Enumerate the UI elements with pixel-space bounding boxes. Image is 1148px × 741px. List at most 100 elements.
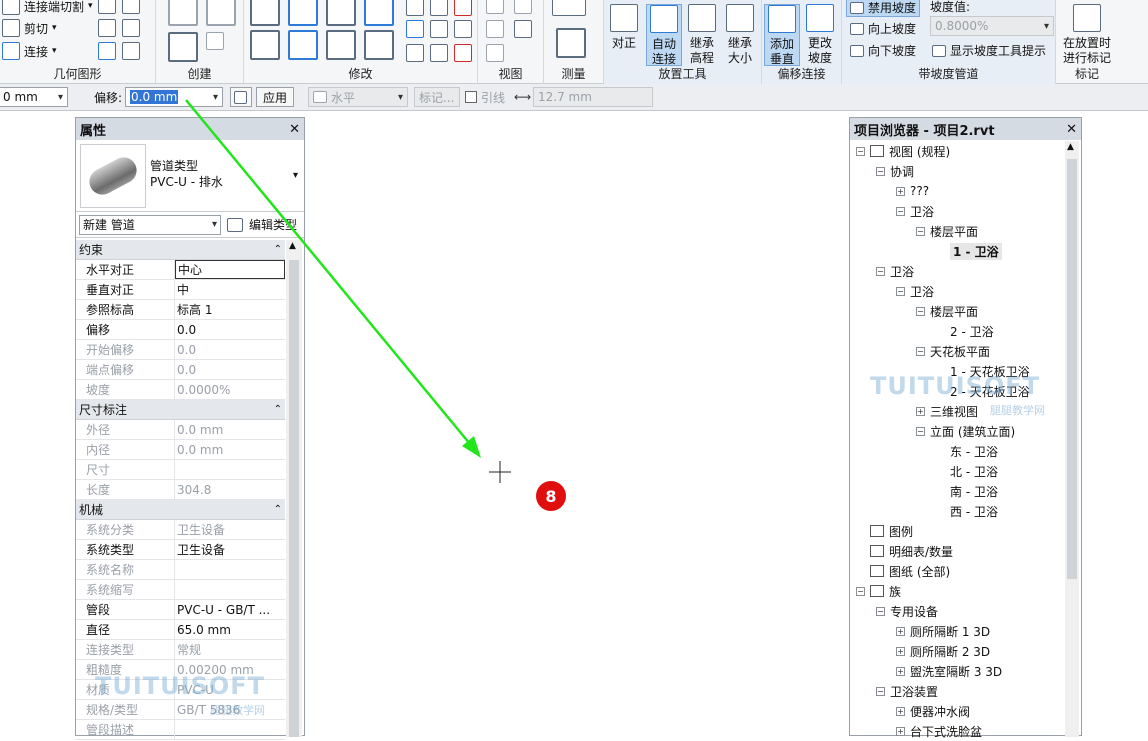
properties-section-header[interactable]: 约束 ⌃ [76,240,285,260]
tree-node[interactable]: − 立面 (建筑立面) [850,421,1064,441]
tree-node[interactable]: 图例 [850,521,1064,541]
drawing-canvas[interactable] [306,111,848,736]
cope-button[interactable]: 连接端切割 ▾ [2,0,93,15]
linework-icon[interactable] [486,20,504,38]
tree-node[interactable]: − 卫浴装置 [850,681,1064,701]
chevron-up-icon[interactable]: ▲ [1067,142,1074,152]
expand-icon[interactable]: + [896,626,905,636]
expand-icon[interactable]: + [896,666,905,676]
auto-connect-button[interactable]: 自动 连接 [646,4,682,66]
tree-node[interactable]: 2 - 卫浴 [850,321,1064,341]
expand-icon[interactable]: + [916,406,925,416]
group-icon[interactable] [206,0,236,26]
tree-node[interactable]: 北 - 卫浴 [850,461,1064,481]
justify-button[interactable]: 对正 [606,4,642,51]
material-icon[interactable] [98,42,116,60]
properties-section-header[interactable]: 尺寸标注 ⌃ [76,400,285,420]
edit-type-icon[interactable] [227,217,243,232]
scrollbar-thumb[interactable] [289,260,299,737]
measure-between-icon[interactable] [552,0,586,16]
collapse-icon[interactable]: ⌃ [274,504,282,515]
tree-node[interactable]: − 视图 (规程) [850,141,1064,161]
apply-button[interactable]: 应用 [256,87,295,107]
tag-on-placement-button[interactable]: 在放置时 进行标记 [1060,4,1114,66]
slope-value-field[interactable]: 0.8000% ▾ [930,16,1054,36]
tree-node[interactable]: − 卫浴 [850,281,1064,301]
property-value[interactable]: 卫生设备 [175,540,285,559]
tree-node[interactable]: 南 - 卫浴 [850,481,1064,501]
property-value[interactable]: 中心 [175,260,285,279]
mirror-axis-icon[interactable] [326,0,356,26]
collapse-icon[interactable]: − [916,226,925,236]
split-face-icon[interactable] [98,19,116,37]
collapse-icon[interactable]: − [856,586,865,596]
hammer-icon[interactable] [122,42,140,60]
hide-icon[interactable] [514,0,532,14]
tree-node[interactable]: − 协调 [850,161,1064,181]
instance-filter-select[interactable]: 新建 管道 ▾ [79,214,221,235]
collapse-icon[interactable]: ⌃ [274,404,282,415]
tree-node[interactable]: − 卫浴 [850,201,1064,221]
close-icon[interactable]: ✕ [1066,122,1077,137]
offset-icon[interactable] [288,0,318,26]
demolish-icon[interactable] [122,19,140,37]
property-value[interactable]: 中 [175,280,285,299]
part-icon[interactable] [168,0,198,26]
property-value[interactable]: PVC-U - GB/T ... [175,600,285,619]
scrollbar-thumb[interactable] [1067,159,1077,579]
properties-scrollbar[interactable]: ▲ [286,240,302,737]
property-value[interactable]: 65.0 mm [175,620,285,639]
tree-node[interactable]: + 厕所隔断 1 3D [850,621,1064,641]
tree-node[interactable]: − 楼层平面 [850,221,1064,241]
align-icon[interactable] [250,0,280,26]
tree-node[interactable]: 东 - 卫浴 [850,441,1064,461]
diameter-field[interactable]: 0 mm ▾ [0,87,68,107]
collapse-icon[interactable]: − [876,606,885,616]
chevron-down-icon[interactable]: ▾ [293,170,298,181]
paint-icon[interactable] [98,0,116,14]
expand-icon[interactable]: + [896,726,905,736]
collapse-icon[interactable]: − [916,346,925,356]
tree-node[interactable]: 明细表/数量 [850,541,1064,561]
leader-length-field[interactable]: 12.7 mm [533,87,653,107]
collapse-icon[interactable]: − [876,686,885,696]
move-icon[interactable] [250,30,280,60]
add-vertical-button[interactable]: 添加 垂直 [764,4,800,66]
split-icon[interactable] [406,0,424,16]
tree-node[interactable]: 图纸 (全部) [850,561,1064,581]
collapse-icon[interactable]: − [876,266,885,276]
trim-single-icon[interactable] [406,44,424,62]
array-icon[interactable] [406,20,424,38]
browser-scrollbar[interactable]: ▲ [1065,141,1079,737]
rotate-icon[interactable] [326,30,356,60]
leader-checkbox[interactable]: 引线 [465,87,505,107]
type-selector[interactable]: 管道类型 PVC-U - 排水 ▾ [76,140,304,212]
offset-field[interactable]: 0.0 mm ▾ [125,87,223,107]
trim-icon[interactable] [430,0,448,16]
property-value[interactable]: 标高 1 [175,300,285,319]
copy-icon[interactable] [288,30,318,60]
collapse-icon[interactable]: − [896,206,905,216]
horizontal-select[interactable]: 水平 ▾ [308,87,408,107]
slope-down-button[interactable]: 向下坡度 [850,42,916,59]
paint-view-icon[interactable] [486,44,504,62]
lock-button[interactable] [230,87,252,107]
tree-node[interactable]: − 卫浴 [850,261,1064,281]
tree-node[interactable]: + 盥洗室隔断 3 3D [850,661,1064,681]
property-value[interactable]: 0.0 [175,320,285,339]
properties-section-header[interactable]: 机械 ⌃ [76,500,285,520]
override-icon[interactable] [514,20,532,38]
similar-icon[interactable] [206,32,224,50]
tree-node[interactable]: + 厕所隔断 2 3D [850,641,1064,661]
collapse-icon[interactable]: ⌃ [274,244,282,255]
close-icon[interactable]: ✕ [289,122,300,137]
delete-icon[interactable] [454,44,472,62]
tree-node[interactable]: − 族 [850,581,1064,601]
chevron-up-icon[interactable]: ▲ [289,241,296,251]
show-slope-tooltip-button[interactable]: 显示坡度工具提示 [932,42,1046,59]
wall-joins-icon[interactable] [122,0,140,14]
disable-slope-button[interactable]: 禁用坡度 [846,0,921,17]
collapse-icon[interactable]: − [916,426,925,436]
lightbulb-icon[interactable] [486,0,504,14]
dimension-icon[interactable] [556,28,586,58]
